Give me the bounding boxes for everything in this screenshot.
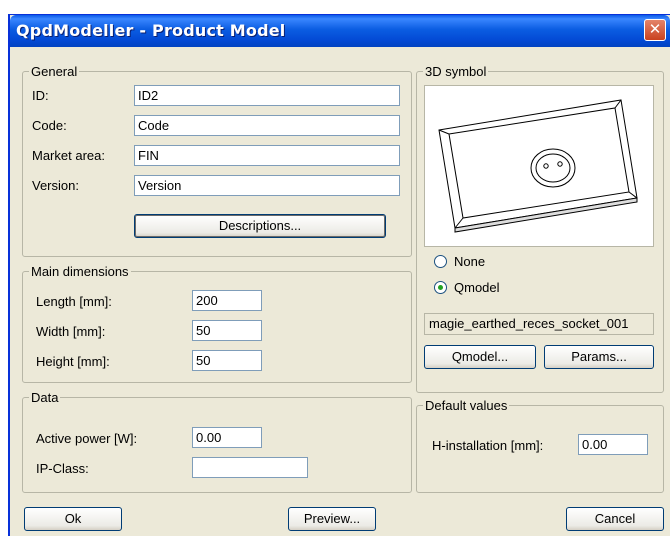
data-legend: Data xyxy=(29,390,61,405)
code-label: Code: xyxy=(32,118,67,133)
ip-class-label: IP-Class: xyxy=(36,461,89,476)
width-field[interactable] xyxy=(192,320,262,341)
title-bar[interactable]: QpdModeller - Product Model ✕ xyxy=(10,15,670,47)
radio-qmodel-label: Qmodel xyxy=(454,280,500,295)
params-button[interactable]: Params... xyxy=(544,345,654,369)
general-legend: General xyxy=(29,64,80,79)
symbol-preview xyxy=(424,85,654,247)
main-dimensions-legend: Main dimensions xyxy=(29,264,131,279)
socket-3d-icon xyxy=(438,99,638,233)
code-field[interactable] xyxy=(134,115,400,136)
window-title: QpdModeller - Product Model xyxy=(16,21,286,40)
market-area-label: Market area: xyxy=(32,148,105,163)
version-label: Version: xyxy=(32,178,79,193)
length-field[interactable] xyxy=(192,290,262,311)
version-field[interactable] xyxy=(134,175,400,196)
h-installation-field[interactable] xyxy=(578,434,648,455)
active-power-label: Active power [W]: xyxy=(36,431,138,446)
preview-button[interactable]: Preview... xyxy=(288,507,376,531)
qmodel-button[interactable]: Qmodel... xyxy=(424,345,536,369)
default-values-legend: Default values xyxy=(423,398,510,413)
ip-class-field[interactable] xyxy=(192,457,308,478)
length-label: Length [mm]: xyxy=(36,294,112,309)
radio-none[interactable] xyxy=(434,255,447,268)
descriptions-button[interactable]: Descriptions... xyxy=(134,214,386,238)
market-area-field[interactable] xyxy=(134,145,400,166)
active-power-field[interactable] xyxy=(192,427,262,448)
h-installation-label: H-installation [mm]: xyxy=(432,438,544,453)
close-icon: ✕ xyxy=(648,20,662,38)
id-field[interactable] xyxy=(134,85,400,106)
close-button[interactable]: ✕ xyxy=(644,19,666,41)
3d-symbol-legend: 3D symbol xyxy=(423,64,489,79)
radio-none-label: None xyxy=(454,254,486,269)
ok-button[interactable]: Ok xyxy=(24,507,122,531)
id-label: ID: xyxy=(32,88,49,103)
height-label: Height [mm]: xyxy=(36,354,110,369)
radio-qmodel[interactable] xyxy=(434,281,447,294)
model-name-field: magie_earthed_reces_socket_001 xyxy=(424,313,654,335)
width-label: Width [mm]: xyxy=(36,324,106,339)
dialog-window: QpdModeller - Product Model ✕ General ID… xyxy=(8,14,670,536)
height-field[interactable] xyxy=(192,350,262,371)
cancel-button[interactable]: Cancel xyxy=(566,507,664,531)
